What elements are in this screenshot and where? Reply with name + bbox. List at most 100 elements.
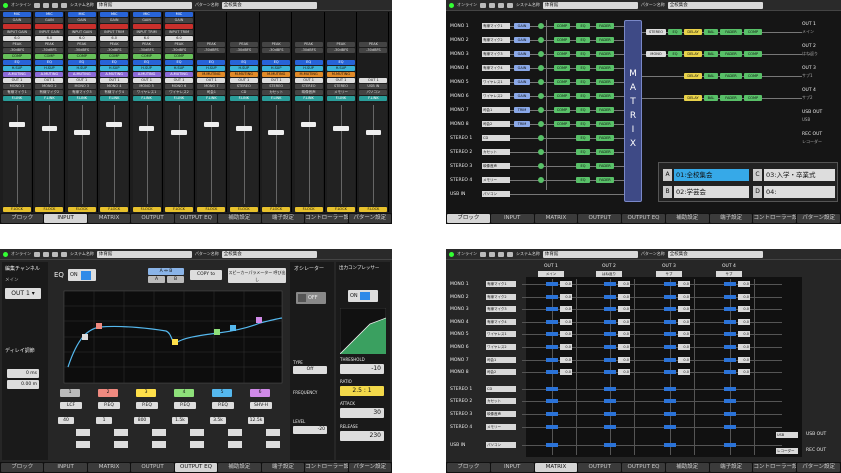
matrix-send-level[interactable] bbox=[604, 370, 616, 375]
system-name-field[interactable]: 体育館 bbox=[96, 1, 192, 9]
block-comp[interactable]: COMP bbox=[744, 95, 762, 101]
matrix-send-value[interactable]: 0.0 bbox=[678, 356, 690, 363]
oscillator-toggle[interactable]: OFF bbox=[296, 292, 326, 304]
eq-band-frequency[interactable]: 1 bbox=[96, 417, 112, 424]
block-comp[interactable]: COMP bbox=[554, 23, 570, 29]
matrix-send-level[interactable] bbox=[546, 345, 558, 349]
matrix-send-value[interactable]: 0.0 bbox=[560, 331, 572, 338]
threshold-field[interactable]: -10 bbox=[340, 364, 384, 374]
block-fader[interactable]: FADER bbox=[596, 37, 614, 43]
block-fader[interactable]: FADER bbox=[596, 51, 614, 57]
tab-output-eq[interactable]: OUTPUT EQ bbox=[622, 214, 665, 223]
block-fader[interactable]: FADER bbox=[720, 51, 742, 57]
matrix-send-level[interactable] bbox=[724, 412, 736, 416]
matrix-send-level[interactable] bbox=[546, 443, 558, 448]
tab-output[interactable]: OUTPUT bbox=[578, 463, 622, 472]
tab-matrix[interactable]: MATRIX bbox=[534, 463, 578, 472]
tab-matrix[interactable]: MATRIX bbox=[534, 214, 578, 223]
fader-lock-button[interactable]: F.LOCK bbox=[67, 207, 96, 212]
channel-fader[interactable] bbox=[67, 103, 96, 206]
auto-muting-button[interactable]: M.MUTING bbox=[262, 72, 291, 77]
fader-lock-button[interactable]: F.LOCK bbox=[165, 207, 193, 212]
eq-button[interactable]: EQ bbox=[165, 60, 193, 65]
eq-button[interactable]: EQ bbox=[197, 60, 226, 65]
block-gain[interactable]: GAIN bbox=[514, 37, 530, 43]
eq-band-gain-knob[interactable] bbox=[152, 429, 166, 436]
matrix-send-level[interactable] bbox=[664, 399, 676, 404]
trim-value[interactable]: 6.0 bbox=[67, 36, 96, 41]
channel-fader[interactable] bbox=[229, 103, 258, 206]
eq-band-type[interactable]: SHV-H bbox=[250, 402, 272, 409]
fader-lock-button[interactable]: F.LOCK bbox=[327, 207, 355, 212]
channel-fader[interactable] bbox=[262, 103, 291, 206]
block-fader[interactable]: FADER bbox=[720, 73, 742, 79]
system-name-field[interactable]: 体育館 bbox=[542, 250, 638, 258]
eq-band-type[interactable]: LCF bbox=[60, 402, 82, 409]
block-fader[interactable]: FADER bbox=[596, 23, 614, 29]
hsup-button[interactable]: H.SUP bbox=[229, 66, 258, 71]
fader-link-button[interactable]: F.LINK bbox=[35, 96, 64, 101]
block-eq[interactable]: EQ bbox=[576, 149, 590, 155]
eq-button[interactable]: EQ bbox=[132, 60, 161, 65]
trim-value[interactable]: 6.0 bbox=[165, 36, 193, 41]
tab-output[interactable]: OUTPUT bbox=[131, 214, 174, 223]
block-delay[interactable]: DELAY bbox=[684, 73, 702, 79]
eq-band-q-knob[interactable] bbox=[76, 441, 90, 448]
block-eq[interactable]: EQ bbox=[576, 65, 590, 71]
eq-band-number[interactable]: 1 bbox=[60, 389, 80, 397]
ratio-field[interactable]: 2.5 : 1 bbox=[340, 386, 384, 396]
channel-fader[interactable] bbox=[35, 103, 64, 206]
fader-link-button[interactable]: F.LINK bbox=[165, 96, 193, 101]
block-bal[interactable]: BAL bbox=[704, 73, 718, 79]
eq-button[interactable]: EQ bbox=[262, 60, 291, 65]
block-comp[interactable]: COMP bbox=[554, 121, 570, 127]
open-folder-icon[interactable] bbox=[43, 2, 49, 8]
eq-band-frequency[interactable]: 1.5k bbox=[172, 417, 188, 424]
matrix-send-value[interactable]: 0.0 bbox=[560, 306, 572, 313]
fader-link-button[interactable]: F.LINK bbox=[359, 96, 388, 101]
block-eq[interactable]: EQ bbox=[576, 93, 590, 99]
matrix-send-level[interactable] bbox=[604, 357, 616, 362]
matrix-block[interactable]: MATRIX bbox=[624, 20, 642, 202]
output-assign-button[interactable]: OUT 1 bbox=[327, 78, 355, 83]
tab-aux[interactable]: 補助設定 bbox=[218, 214, 261, 223]
matrix-send-level[interactable] bbox=[664, 370, 676, 375]
fader-lock-button[interactable]: F.LOCK bbox=[35, 207, 64, 212]
tab-pattern[interactable]: パターン設定 bbox=[348, 463, 391, 472]
block-fader[interactable]: FADER bbox=[596, 107, 614, 113]
eq-button[interactable]: EQ bbox=[67, 60, 96, 65]
matrix-send-level[interactable] bbox=[724, 443, 736, 448]
auto-muting-button[interactable]: A.MUTING bbox=[165, 72, 193, 77]
matrix-send-value[interactable]: 0.0 bbox=[678, 344, 690, 350]
mic-line-button[interactable]: MIC bbox=[3, 12, 31, 17]
matrix-send-level[interactable] bbox=[724, 345, 736, 349]
tab-output[interactable]: OUTPUT bbox=[131, 463, 174, 472]
save-icon[interactable] bbox=[498, 2, 504, 8]
fader-knob[interactable] bbox=[106, 121, 123, 127]
output-assign-button[interactable]: OUT 1 bbox=[229, 78, 258, 83]
hsup-button[interactable]: H.SUP bbox=[67, 66, 96, 71]
lock-icon[interactable] bbox=[507, 2, 513, 8]
fader-lock-button[interactable]: F.LOCK bbox=[100, 207, 129, 212]
matrix-send-level[interactable] bbox=[724, 332, 736, 337]
matrix-send-level[interactable] bbox=[664, 294, 676, 299]
pattern-name-field[interactable]: 全校集会 bbox=[667, 1, 763, 9]
phantom-power-button[interactable] bbox=[165, 24, 193, 29]
eq-band-number[interactable]: 4 bbox=[174, 389, 194, 397]
block-gain[interactable]: GAIN bbox=[514, 23, 530, 29]
tab-output-eq[interactable]: OUTPUT EQ bbox=[174, 463, 218, 472]
matrix-send-level[interactable] bbox=[604, 307, 616, 312]
mic-line-button[interactable]: MIC bbox=[132, 12, 161, 17]
fader-link-button[interactable]: F.LINK bbox=[327, 96, 355, 101]
hsup-button[interactable]: H.SUP bbox=[262, 66, 291, 71]
matrix-send-level[interactable] bbox=[546, 357, 558, 362]
auto-muting-button[interactable]: M.MUTING bbox=[294, 72, 323, 77]
fader-knob[interactable] bbox=[138, 125, 155, 131]
auto-muting-button[interactable]: A.MUTING bbox=[3, 72, 31, 77]
tab-aux[interactable]: 補助設定 bbox=[665, 214, 709, 223]
fader-knob[interactable] bbox=[9, 121, 25, 127]
type-select[interactable]: Off bbox=[293, 366, 327, 374]
channel-fader[interactable] bbox=[294, 103, 323, 206]
block-eq[interactable]: EQ bbox=[668, 51, 682, 57]
block-delay[interactable]: DELAY bbox=[684, 95, 702, 101]
